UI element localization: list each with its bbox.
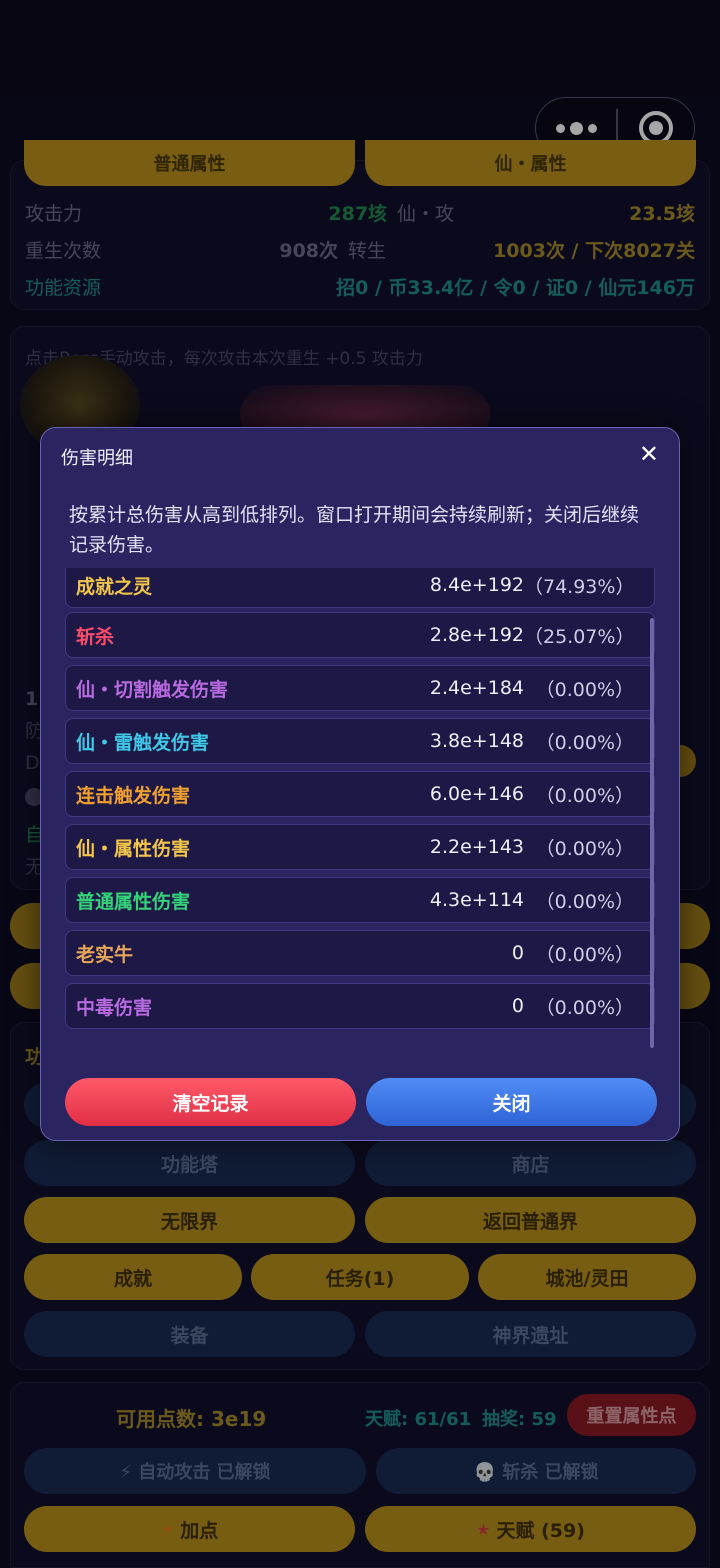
damage-source-name: 普通属性伤害 bbox=[76, 890, 191, 913]
modal-description: 按累计总伤害从高到低排列。窗口打开期间会持续刷新；关闭后继续记录伤害。 bbox=[69, 504, 640, 556]
damage-row: 中毒伤害 0 （0.00%） bbox=[65, 983, 655, 1029]
clear-records-button[interactable]: 清空记录 bbox=[65, 1078, 356, 1126]
damage-source-name: 连击触发伤害 bbox=[76, 784, 191, 807]
damage-percent: （0.00%） bbox=[535, 943, 634, 966]
damage-source-name: 仙・属性伤害 bbox=[76, 837, 191, 860]
damage-row: 成就之灵 8.4e+192 （74.93%） bbox=[65, 568, 655, 608]
damage-value: 2.2e+143 bbox=[429, 836, 524, 858]
modal-title: 伤害明细 bbox=[61, 448, 133, 469]
close-icon[interactable]: ✕ bbox=[639, 440, 659, 468]
damage-row: 连击触发伤害 6.0e+146 （0.00%） bbox=[65, 771, 655, 817]
damage-row: 普通属性伤害 4.3e+114 （0.00%） bbox=[65, 877, 655, 923]
damage-percent: （0.00%） bbox=[535, 996, 634, 1019]
close-button[interactable]: 关闭 bbox=[366, 1078, 657, 1126]
damage-row: 斩杀 2.8e+192 （25.07%） bbox=[65, 612, 655, 658]
damage-list[interactable]: 成就之灵 8.4e+192 （74.93%） 斩杀 2.8e+192 （25.07%） 仙・… bbox=[65, 568, 657, 1048]
damage-source-name: 仙・雷触发伤害 bbox=[76, 731, 210, 754]
damage-percent: （0.00%） bbox=[535, 731, 634, 754]
damage-percent: （0.00%） bbox=[535, 837, 634, 860]
damage-percent: （25.07%） bbox=[524, 625, 635, 648]
damage-percent: （74.93%） bbox=[524, 575, 635, 598]
damage-percent: （0.00%） bbox=[535, 890, 634, 913]
damage-value: 8.4e+192 bbox=[429, 574, 524, 596]
damage-detail-modal: 伤害明细 ✕ 按累计总伤害从高到低排列。窗口打开期间会持续刷新；关闭后继续记录伤… bbox=[40, 427, 680, 1141]
list-scrollbar[interactable] bbox=[650, 618, 654, 1048]
damage-value: 6.0e+146 bbox=[429, 783, 524, 805]
damage-row: 仙・属性伤害 2.2e+143 （0.00%） bbox=[65, 824, 655, 870]
damage-row: 老实牛 0 （0.00%） bbox=[65, 930, 655, 976]
damage-value: 0 bbox=[511, 942, 524, 964]
damage-value: 2.4e+184 bbox=[429, 677, 524, 699]
damage-value: 4.3e+114 bbox=[429, 889, 524, 911]
damage-value: 2.8e+192 bbox=[429, 624, 524, 646]
damage-source-name: 老实牛 bbox=[76, 943, 134, 966]
damage-source-name: 斩杀 bbox=[76, 625, 115, 648]
damage-source-name: 仙・切割触发伤害 bbox=[76, 678, 229, 701]
damage-row: 仙・切割触发伤害 2.4e+184 （0.00%） bbox=[65, 665, 655, 711]
damage-value: 0 bbox=[511, 995, 524, 1017]
damage-row: 仙・雷触发伤害 3.8e+148 （0.00%） bbox=[65, 718, 655, 764]
damage-source-name: 中毒伤害 bbox=[76, 996, 153, 1019]
damage-percent: （0.00%） bbox=[535, 784, 634, 807]
damage-value: 3.8e+148 bbox=[429, 730, 524, 752]
damage-percent: （0.00%） bbox=[535, 678, 634, 701]
damage-source-name: 成就之灵 bbox=[76, 575, 153, 598]
